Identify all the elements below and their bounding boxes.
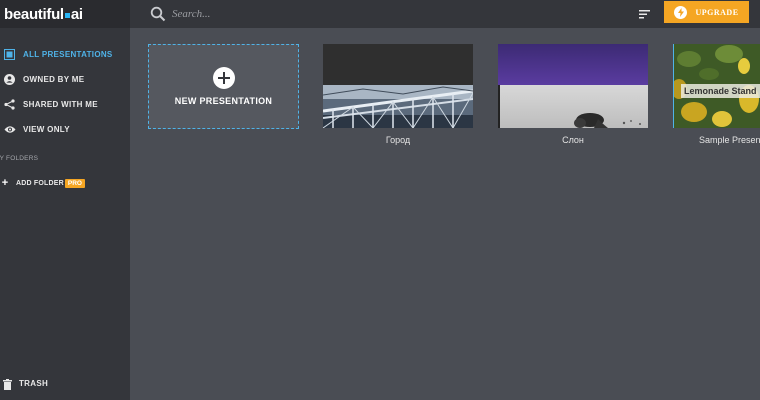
sort-icon[interactable] bbox=[638, 7, 652, 21]
sidebar-item-view-only[interactable]: VIEW ONLY bbox=[0, 117, 130, 142]
sidebar-item-label: ALL PRESENTATIONS bbox=[23, 50, 113, 59]
slide-title: Lemonade Stand bbox=[681, 84, 760, 98]
logo-dot-icon bbox=[64, 12, 70, 18]
trash-button[interactable]: TRASH bbox=[3, 377, 49, 390]
logo-bar: beautiful ai bbox=[0, 0, 130, 28]
sidebar-item-label: OWNED BY ME bbox=[23, 75, 85, 84]
top-bar: UPGRADE bbox=[130, 0, 760, 28]
presentation-thumbnail[interactable] bbox=[323, 44, 473, 128]
logo[interactable]: beautiful ai bbox=[4, 6, 83, 23]
trash-label: TRASH bbox=[19, 378, 49, 388]
new-presentation-label: NEW PRESENTATION bbox=[174, 96, 273, 106]
presentation-thumbnail[interactable] bbox=[498, 44, 648, 128]
presentation-title[interactable]: Город bbox=[323, 135, 473, 145]
presentation-title[interactable]: Слон bbox=[498, 135, 648, 145]
trash-icon bbox=[3, 377, 13, 390]
eye-icon bbox=[3, 123, 16, 136]
plus-icon: + bbox=[1, 177, 9, 189]
bolt-icon bbox=[674, 5, 688, 19]
thumbnail-header bbox=[323, 44, 473, 85]
add-folder-button[interactable]: + ADD FOLDER PRO bbox=[0, 176, 130, 190]
sidebar-item-label: VIEW ONLY bbox=[23, 125, 70, 134]
bridge-image bbox=[323, 85, 473, 128]
sidebar-item-shared-with-me[interactable]: SHARED WITH ME bbox=[0, 92, 130, 117]
search-input[interactable] bbox=[172, 4, 472, 24]
sidebar: beautiful ai ALL PRESENTATIONS OWNED BY M… bbox=[0, 0, 130, 400]
folders-section-label: MY FOLDERS bbox=[0, 155, 39, 162]
sidebar-item-label: SHARED WITH ME bbox=[23, 100, 98, 109]
elephant-image bbox=[498, 85, 641, 128]
presentation-thumbnail[interactable]: Lemonade Stand bbox=[673, 44, 760, 128]
app-window: beautiful ai ALL PRESENTATIONS OWNED BY M… bbox=[0, 0, 760, 400]
logo-text: beautiful bbox=[4, 5, 64, 23]
add-folder-label: ADD FOLDER bbox=[16, 179, 64, 187]
logo-suffix: ai bbox=[70, 5, 83, 23]
thumbnail-header bbox=[498, 44, 648, 85]
sidebar-item-owned-by-me[interactable]: OWNED BY ME bbox=[0, 67, 130, 92]
sidebar-nav: ALL PRESENTATIONS OWNED BY ME SHARED WIT… bbox=[0, 28, 130, 142]
presentation-title[interactable]: Sample Presentation bbox=[673, 135, 760, 145]
sidebar-item-all-presentations[interactable]: ALL PRESENTATIONS bbox=[0, 42, 130, 67]
upgrade-label: UPGRADE bbox=[695, 7, 739, 17]
person-icon bbox=[3, 73, 16, 86]
upgrade-button[interactable]: UPGRADE bbox=[664, 1, 749, 23]
add-icon bbox=[212, 67, 235, 89]
search-icon[interactable] bbox=[150, 6, 166, 22]
new-presentation-card[interactable]: NEW PRESENTATION bbox=[148, 44, 299, 129]
pro-badge: PRO bbox=[64, 178, 85, 188]
presentations-icon bbox=[3, 48, 16, 61]
share-icon bbox=[3, 98, 16, 111]
